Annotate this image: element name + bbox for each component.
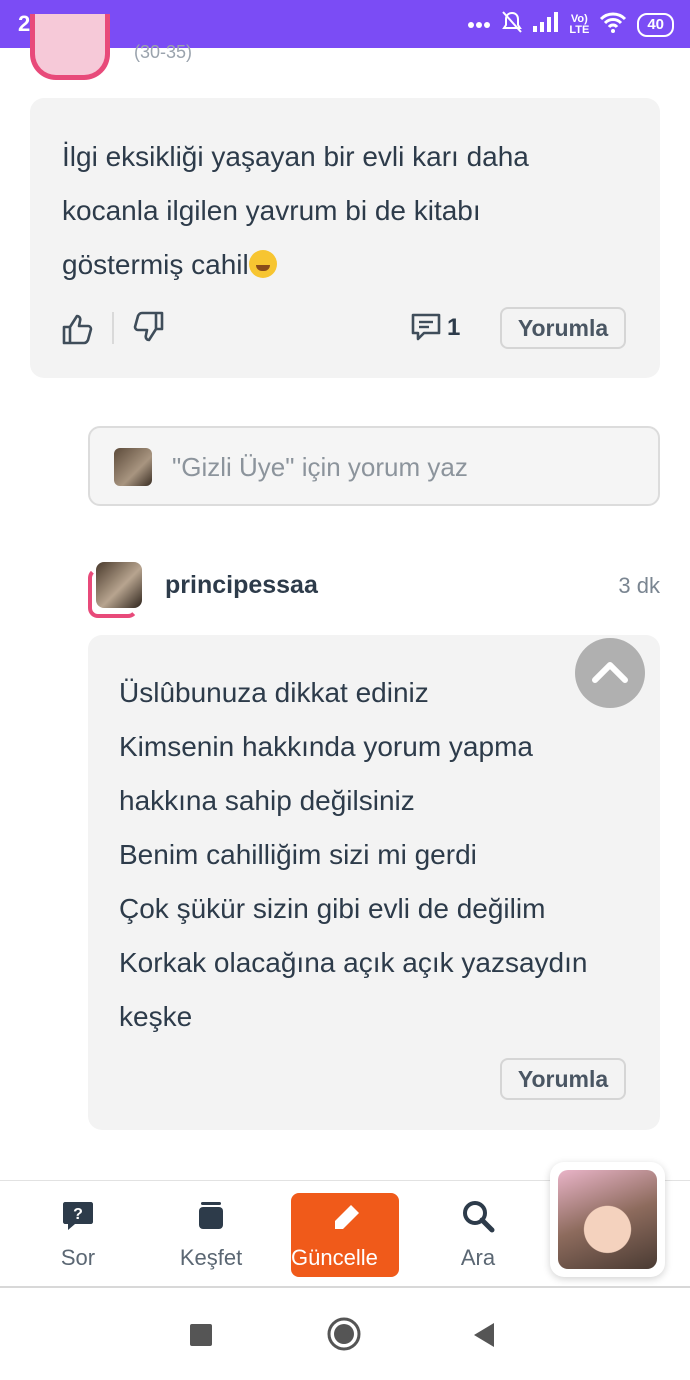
user-age-range: (30-35) (134, 42, 193, 62)
promo-avatar-image (558, 1170, 657, 1269)
chevron-up-icon (592, 662, 628, 683)
floating-promo[interactable] (550, 1162, 665, 1277)
square-icon (190, 1324, 212, 1346)
home-button[interactable] (326, 1316, 362, 1357)
recent-apps-button[interactable] (190, 1324, 212, 1351)
vote-divider (112, 312, 114, 344)
rolling-laughing-emoji-icon (248, 250, 277, 278)
avatar-image (96, 562, 142, 608)
nav-label-guncelle: Güncelle (291, 1245, 378, 1270)
thumbs-up-icon (62, 314, 93, 345)
nav-label-kesfet: Keşfet (179, 1245, 243, 1270)
replies-button[interactable] (410, 312, 444, 346)
signal-icon (533, 12, 559, 37)
lte-label: LTE (569, 23, 590, 36)
nav-label-ara: Ara (460, 1245, 496, 1270)
search-icon (461, 1199, 495, 1238)
system-nav-bar (0, 1290, 690, 1380)
like-button[interactable] (60, 312, 94, 346)
bell-muted-icon (501, 10, 523, 39)
nav-ara[interactable]: Ara (423, 1181, 533, 1281)
nav-kesfet[interactable]: Keşfet (156, 1181, 266, 1281)
nav-guncelle[interactable]: Güncelle (291, 1193, 399, 1277)
reply-button[interactable]: Yorumla (500, 307, 626, 349)
reply-card-reply-button[interactable]: Yorumla (500, 1058, 626, 1100)
reply-user-avatar[interactable] (88, 562, 144, 618)
current-user-avatar (114, 448, 152, 486)
dislike-button[interactable] (132, 310, 166, 344)
nav-label-sor: Sor (60, 1245, 96, 1270)
svg-text:?: ? (73, 1206, 83, 1223)
reply-input[interactable]: "Gizli Üye" için yorum yaz (88, 426, 660, 506)
back-button[interactable] (472, 1321, 496, 1354)
previous-user-avatar[interactable] (30, 14, 110, 80)
question-bubble-icon: ? (61, 1199, 95, 1238)
comment-icon (411, 313, 441, 341)
battery-indicator: 40 (637, 12, 674, 37)
lte-indicator: Vo) LTE (569, 13, 590, 36)
comment-text: İlgi eksikliği yaşayan bir evli karı dah… (62, 141, 529, 280)
scroll-top-button[interactable] (575, 638, 645, 708)
reply-count: 1 (447, 314, 461, 341)
nav-sor[interactable]: ? Sor (23, 1181, 133, 1281)
circle-icon (327, 1317, 361, 1351)
reply-username[interactable]: principessaa (165, 571, 318, 600)
layers-icon (196, 1199, 226, 1238)
reply-text: Üslûbunuza dikkat ediniz Kimsenin hakkın… (119, 677, 588, 1032)
wifi-icon (599, 11, 627, 38)
status-icons: Vo) LTE 40 (467, 10, 674, 39)
pencil-icon (327, 1201, 363, 1242)
reply-placeholder: "Gizli Üye" için yorum yaz (172, 452, 468, 482)
reply-card: Üslûbunuza dikkat ediniz Kimsenin hakkın… (88, 635, 660, 1130)
reply-time: 3 dk (618, 573, 660, 598)
comment-body: İlgi eksikliği yaşayan bir evli karı dah… (62, 130, 529, 292)
back-triangle-icon (474, 1323, 494, 1347)
thumbs-down-icon (133, 311, 164, 342)
more-dots-icon (467, 16, 491, 34)
